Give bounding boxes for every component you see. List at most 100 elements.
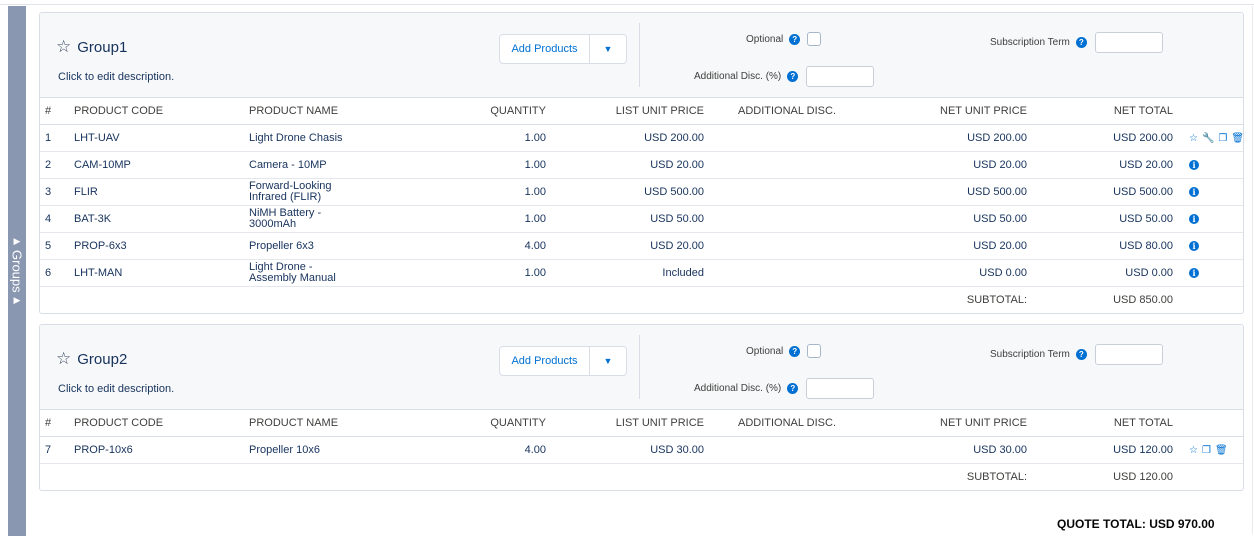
cell-list: USD 50.00 <box>548 205 706 233</box>
trash-icon[interactable]: 🗑 <box>1231 133 1243 144</box>
header-divider <box>639 23 640 87</box>
column-header[interactable]: # <box>40 98 69 125</box>
help-icon[interactable]: ? <box>787 71 799 82</box>
cell-net: USD 50.00 <box>868 205 1027 233</box>
star-icon[interactable]: ☆ <box>1189 133 1198 144</box>
cell-name: Light Drone Chasis <box>215 124 420 152</box>
table-row[interactable]: 6 LHT-MAN Light Drone - Assembly Manual 1.0… <box>40 259 1243 287</box>
cell-code: PROP-10x6 <box>69 436 215 464</box>
subtotal-value: USD 850.00 <box>1113 294 1173 306</box>
help-icon[interactable]: ? <box>1075 37 1087 48</box>
star-icon[interactable]: ☆ <box>1189 445 1198 456</box>
subscription-term-input[interactable] <box>1094 32 1163 53</box>
table-row[interactable]: 4 BAT-3K NiMH Battery - 3000mAh 1.00 USD 50.… <box>40 205 1243 233</box>
additional-disc-input[interactable] <box>806 66 875 87</box>
table-row[interactable]: 2 CAM-10MP Camera - 10MP 1.00 USD 20.00 USD 2… <box>40 151 1243 179</box>
column-header[interactable]: PRODUCT CODE <box>69 410 215 437</box>
cell-n: 3 <box>40 178 69 206</box>
column-header[interactable]: NET UNIT PRICE <box>868 410 1027 437</box>
add-products-button-group: Add Products ▼ <box>499 346 627 376</box>
optional-field: Optional ? <box>746 32 822 46</box>
column-header[interactable]: LIST UNIT PRICE <box>548 98 706 125</box>
column-header[interactable]: PRODUCT NAME <box>215 98 420 125</box>
chevron-down-icon[interactable]: ▼ <box>590 44 626 54</box>
column-header[interactable]: QUANTITY <box>420 98 548 125</box>
subtotal-label: SUBTOTAL: <box>966 471 1027 483</box>
cell-disc[interactable] <box>706 436 868 464</box>
cell-net: USD 30.00 <box>868 436 1027 464</box>
header-divider <box>639 335 640 399</box>
add-products-button[interactable]: Add Products <box>500 35 590 63</box>
optional-checkbox[interactable] <box>807 344 822 358</box>
row-actions: ☆ ❐ 🗑 <box>1173 436 1243 464</box>
row-actions: i <box>1173 178 1243 206</box>
column-header[interactable]: ADDITIONAL DISC. <box>706 98 868 125</box>
column-header[interactable]: QUANTITY <box>420 410 548 437</box>
additional-disc-label: Additional Disc. (%) <box>694 71 782 82</box>
cell-n: 2 <box>40 151 69 179</box>
help-icon[interactable]: ? <box>789 345 801 357</box>
optional-label: Optional <box>746 345 784 357</box>
info-icon[interactable]: i <box>1189 213 1199 224</box>
table-row[interactable]: 1 LHT-UAV Light Drone Chasis 1.00 USD 200.00… <box>40 124 1243 152</box>
column-header[interactable]: NET TOTAL <box>1027 98 1173 125</box>
cell-disc[interactable] <box>706 151 868 179</box>
help-icon[interactable]: ? <box>789 33 801 45</box>
cell-qty[interactable]: 1.00 <box>420 205 548 233</box>
group-description[interactable]: Click to edit description. <box>58 71 174 83</box>
cell-qty[interactable]: 1.00 <box>420 178 548 206</box>
cell-n: 4 <box>40 205 69 233</box>
group-title[interactable]: ☆ Group1 <box>56 37 127 57</box>
additional-disc-input[interactable] <box>806 378 875 399</box>
cell-qty[interactable]: 4.00 <box>420 232 548 260</box>
cell-disc[interactable] <box>706 232 868 260</box>
group-description[interactable]: Click to edit description. <box>58 383 174 395</box>
subscription-term-field: Subscription Term ? <box>990 32 1163 53</box>
quote-line-group: ☆ Group1 Click to edit description. Add … <box>39 12 1244 314</box>
column-header[interactable]: LIST UNIT PRICE <box>548 410 706 437</box>
cell-total: USD 120.00 <box>1027 436 1173 464</box>
info-icon[interactable]: i <box>1189 159 1199 170</box>
help-icon[interactable]: ? <box>1075 349 1087 360</box>
cell-disc[interactable] <box>706 205 868 233</box>
add-products-button[interactable]: Add Products <box>500 347 590 375</box>
optional-checkbox[interactable] <box>807 32 822 46</box>
cell-qty[interactable]: 4.00 <box>420 436 548 464</box>
clone-icon[interactable]: ❐ <box>1218 133 1227 144</box>
group-name[interactable]: Group1 <box>77 39 127 56</box>
table-row[interactable]: 5 PROP-6x3 Propeller 6x3 4.00 USD 20.00 USD 2… <box>40 232 1243 260</box>
help-icon[interactable]: ? <box>787 383 799 394</box>
table-row[interactable]: 7 PROP-10x6 Propeller 10x6 4.00 USD 30.00 USD… <box>40 436 1243 464</box>
cell-n: 5 <box>40 232 69 260</box>
cell-disc[interactable] <box>706 124 868 152</box>
clone-icon[interactable]: ❐ <box>1202 445 1211 456</box>
cell-qty[interactable]: 1.00 <box>420 151 548 179</box>
cell-disc[interactable] <box>706 259 868 287</box>
groups-rail-toggle[interactable]: ▶ Groups ▶ <box>8 6 26 536</box>
cell-disc[interactable] <box>706 178 868 206</box>
star-icon[interactable]: ☆ <box>56 37 71 57</box>
row-actions: ☆ 🔧 ❐ 🗑 <box>1173 124 1243 152</box>
info-icon[interactable]: i <box>1189 267 1199 278</box>
group-title[interactable]: ☆ Group2 <box>56 349 127 369</box>
column-header[interactable]: NET TOTAL <box>1027 410 1173 437</box>
cell-name: Light Drone - Assembly Manual <box>215 259 420 287</box>
column-header[interactable]: PRODUCT CODE <box>69 98 215 125</box>
column-header[interactable]: NET UNIT PRICE <box>868 98 1027 125</box>
cell-qty[interactable]: 1.00 <box>420 124 548 152</box>
subscription-term-input[interactable] <box>1094 344 1163 365</box>
table-row[interactable]: 3 FLIR Forward-Looking Infrared (FLIR) 1.00… <box>40 178 1243 206</box>
cell-n: 1 <box>40 124 69 152</box>
column-header[interactable]: ADDITIONAL DISC. <box>706 410 868 437</box>
column-header[interactable]: # <box>40 410 69 437</box>
info-icon[interactable]: i <box>1189 186 1199 197</box>
wrench-icon[interactable]: 🔧 <box>1202 133 1214 144</box>
info-icon[interactable]: i <box>1189 240 1199 251</box>
star-icon[interactable]: ☆ <box>56 349 71 369</box>
column-header[interactable]: PRODUCT NAME <box>215 410 420 437</box>
trash-icon[interactable]: 🗑 <box>1215 445 1228 456</box>
cell-qty[interactable]: 1.00 <box>420 259 548 287</box>
cell-name: NiMH Battery - 3000mAh <box>215 205 420 233</box>
chevron-down-icon[interactable]: ▼ <box>590 356 626 366</box>
group-name[interactable]: Group2 <box>77 351 127 368</box>
